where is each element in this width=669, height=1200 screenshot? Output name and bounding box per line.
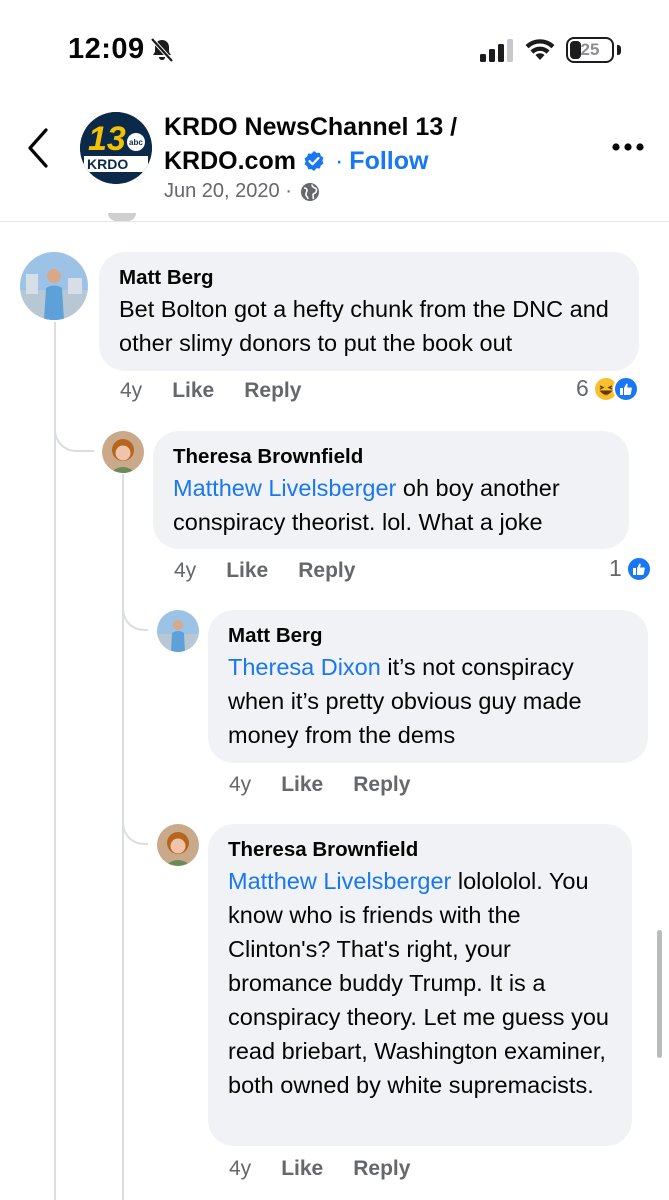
comment-author[interactable]: Matt Berg [228,622,628,650]
reaction-count: 1 [609,555,622,581]
comment-text: Matthew Livelsberger oh boy another cons… [173,471,609,539]
thread-connector [122,805,148,845]
cellular-signal-icon [480,39,513,62]
back-chevron-icon[interactable] [24,126,54,170]
more-options-icon[interactable] [611,140,645,154]
comment-text: Bet Bolton got a hefty chunk from the DN… [119,296,609,356]
comment-text: Matthew Livelsberger lolololol. You know… [228,864,612,1102]
comment-actions: 4y Like Reply [229,1157,440,1181]
thread-connector [54,410,94,452]
comment-author[interactable]: Theresa Brownfield [173,443,609,471]
post-date[interactable]: Jun 20, 2020 · [164,180,292,203]
page-name-row: KRDO.com · Follow [164,144,428,178]
battery-tip [617,45,621,55]
mention-link[interactable]: Matthew Livelsberger [173,475,396,501]
wifi-icon [525,39,555,60]
svg-text:KRDO: KRDO [87,156,128,172]
reaction-summary[interactable]: 1 [609,555,652,582]
comment-bubble: Matt Berg Theresa Dixon it’s not conspir… [208,610,648,763]
comment-time[interactable]: 4y [229,1157,251,1181]
comment-bubble: Theresa Brownfield Matthew Livelsberger … [208,824,632,1146]
commenter-avatar[interactable] [157,824,199,866]
post-header: 13 abc KRDO KRDO NewsChannel 13 / KRDO.c… [0,100,669,222]
commenter-avatar[interactable] [157,610,199,652]
reply-button[interactable]: Reply [353,1157,410,1181]
like-reaction-icon [625,555,652,582]
profile-photo-icon [20,252,88,320]
page-avatar[interactable]: 13 abc KRDO [80,112,152,184]
comment-body: lolololol. You know who is friends with … [228,868,609,1098]
like-button[interactable]: Like [281,1157,323,1181]
comment-actions: 4y Like Reply [229,773,440,797]
follow-separator: · [334,147,344,175]
like-reaction-icon [612,375,639,402]
reaction-count: 6 [576,375,589,401]
profile-photo-icon [102,431,144,473]
post-meta: Jun 20, 2020 · [164,180,320,203]
like-button[interactable]: Like [172,379,214,403]
like-button[interactable]: Like [226,559,268,583]
page-name-continued[interactable]: KRDO.com [164,144,296,178]
comment-actions: 4y Like Reply [174,559,385,583]
follow-button[interactable]: Follow [349,144,428,178]
mention-link[interactable]: Theresa Dixon [228,654,381,680]
comment-text: Theresa Dixon it’s not conspiracy when i… [228,650,628,752]
comment-time[interactable]: 4y [229,773,251,797]
status-bar: 12:09 25 [0,0,669,100]
battery-level: 25 [580,40,600,59]
verified-badge-icon [304,151,324,171]
thread-line-main [54,322,56,1200]
svg-text:13: 13 [88,120,126,158]
comment-bubble: Matt Berg Bet Bolton got a hefty chunk f… [99,252,639,371]
comment-actions: 4y Like Reply [120,379,331,403]
status-time: 12:09 [68,33,145,65]
page-name[interactable]: KRDO NewsChannel 13 / [164,110,484,144]
comment-time[interactable]: 4y [174,559,196,583]
reply-button[interactable]: Reply [244,379,301,403]
scrollbar[interactable] [657,930,662,1058]
profile-photo-icon [157,824,199,866]
mention-link[interactable]: Matthew Livelsberger [228,868,451,894]
battery-indicator: 25 [566,37,614,63]
profile-photo-icon [157,610,199,652]
krdo-logo-icon: 13 abc KRDO [80,112,152,184]
like-button[interactable]: Like [281,773,323,797]
thread-line-sub [122,474,124,1200]
commenter-avatar[interactable] [102,431,144,473]
thread-connector [122,595,148,631]
svg-text:abc: abc [129,138,143,147]
reply-button[interactable]: Reply [298,559,355,583]
reaction-summary[interactable]: 6 [576,375,639,402]
comment-bubble: Theresa Brownfield Matthew Livelsberger … [153,431,629,549]
reply-button[interactable]: Reply [353,773,410,797]
comment-author[interactable]: Matt Berg [119,264,619,292]
bell-slash-icon [150,37,174,63]
commenter-avatar[interactable] [20,252,88,320]
comment-author[interactable]: Theresa Brownfield [228,836,612,864]
globe-icon [300,182,319,201]
comment-time[interactable]: 4y [120,379,142,403]
previous-comment-avatar [108,213,136,221]
